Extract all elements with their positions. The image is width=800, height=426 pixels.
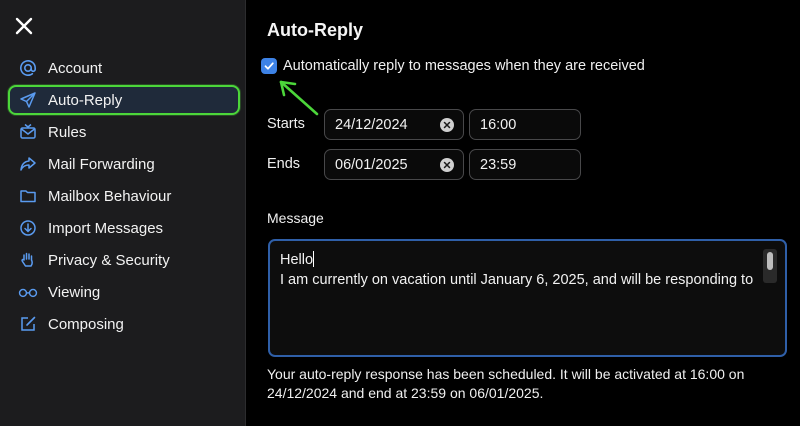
sidebar-item-label: Viewing xyxy=(48,283,101,301)
message-scrollbar[interactable] xyxy=(763,249,777,283)
message-line: I am currently on vacation until January… xyxy=(280,272,754,288)
message-textarea[interactable]: Hello I am currently on vacation until J… xyxy=(268,239,787,357)
auto-reply-checkbox-row: Automatically reply to messages when the… xyxy=(261,58,645,74)
clear-icon xyxy=(443,161,451,169)
close-icon xyxy=(15,17,33,35)
envelope-rules-icon xyxy=(18,122,38,142)
sidebar-item-label: Composing xyxy=(48,315,124,333)
message-line-text: Hello xyxy=(280,252,314,268)
text-caret xyxy=(313,251,315,267)
message-label: Message xyxy=(267,210,324,226)
sidebar-item-auto-reply[interactable]: Auto-Reply xyxy=(8,85,240,115)
end-time-value: 23:59 xyxy=(480,156,517,173)
close-button[interactable] xyxy=(12,14,36,38)
sidebar-item-composing[interactable]: Composing xyxy=(8,308,240,340)
message-line: Hello xyxy=(280,250,760,270)
clear-start-date-button[interactable] xyxy=(440,118,454,132)
sidebar-item-label: Mail Forwarding xyxy=(48,155,155,173)
at-icon xyxy=(18,58,38,78)
scrollbar-thumb[interactable] xyxy=(767,252,773,270)
start-date-value: 24/12/2024 xyxy=(335,116,408,133)
ends-label: Ends xyxy=(267,156,301,172)
download-circle-icon xyxy=(18,218,38,238)
end-time-field[interactable]: 23:59 xyxy=(469,149,581,180)
auto-reply-panel: Auto-Reply Automatically reply to messag… xyxy=(247,0,800,426)
folder-icon xyxy=(18,186,38,206)
checkmark-icon xyxy=(264,62,274,70)
clear-icon xyxy=(443,121,451,129)
sidebar-item-rules[interactable]: Rules xyxy=(8,116,240,148)
sidebar-item-mail-forwarding[interactable]: Mail Forwarding xyxy=(8,148,240,180)
paper-plane-icon xyxy=(18,90,38,110)
sidebar-item-privacy-security[interactable]: Privacy & Security xyxy=(8,244,240,276)
sidebar-item-import-messages[interactable]: Import Messages xyxy=(8,212,240,244)
sidebar-item-label: Privacy & Security xyxy=(48,251,170,269)
start-date-field[interactable]: 24/12/2024 xyxy=(324,109,464,140)
auto-reply-checkbox[interactable] xyxy=(261,58,277,74)
hand-icon xyxy=(18,250,38,270)
sidebar-item-label: Mailbox Behaviour xyxy=(48,187,172,205)
sidebar-item-label: Auto-Reply xyxy=(48,91,123,109)
sidebar-item-label: Import Messages xyxy=(48,219,164,237)
clear-end-date-button[interactable] xyxy=(440,158,454,172)
forward-arrow-icon xyxy=(18,154,38,174)
end-date-field[interactable]: 06/01/2025 xyxy=(324,149,464,180)
sidebar: Account Auto-Reply Rules Mail Forwarding xyxy=(0,0,246,426)
settings-window: Account Auto-Reply Rules Mail Forwarding xyxy=(0,0,800,426)
sidebar-item-label: Rules xyxy=(48,123,87,141)
sidebar-item-mailbox-behaviour[interactable]: Mailbox Behaviour xyxy=(8,180,240,212)
start-time-value: 16:00 xyxy=(480,116,517,133)
glasses-icon xyxy=(18,282,38,302)
page-title: Auto-Reply xyxy=(267,20,363,40)
sidebar-item-viewing[interactable]: Viewing xyxy=(8,276,240,308)
sidebar-item-account[interactable]: Account xyxy=(8,52,240,84)
starts-label: Starts xyxy=(267,116,305,132)
auto-reply-checkbox-label[interactable]: Automatically reply to messages when the… xyxy=(283,58,645,74)
sidebar-item-label: Account xyxy=(48,59,103,77)
start-time-field[interactable]: 16:00 xyxy=(469,109,581,140)
settings-nav: Account Auto-Reply Rules Mail Forwarding xyxy=(8,52,240,340)
end-date-value: 06/01/2025 xyxy=(335,156,408,173)
annotation-arrow-icon xyxy=(279,80,319,116)
compose-icon xyxy=(18,314,38,334)
schedule-status-text: Your auto-reply response has been schedu… xyxy=(267,366,745,401)
